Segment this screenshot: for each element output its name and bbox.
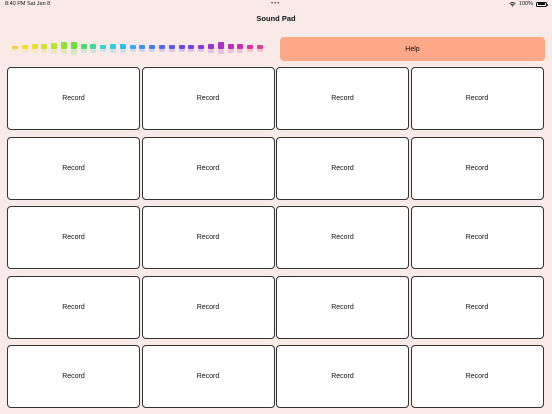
meter-bar bbox=[257, 37, 263, 52]
record-pad[interactable]: Record bbox=[410, 67, 544, 130]
record-pad-label: Record bbox=[331, 234, 354, 241]
record-pad-label: Record bbox=[196, 164, 220, 172]
record-pad-label: Record bbox=[196, 303, 220, 311]
record-pad-label: Record bbox=[196, 95, 220, 102]
meter-bar bbox=[90, 37, 97, 53]
meter-bar bbox=[100, 37, 107, 53]
meter-bar bbox=[41, 37, 48, 53]
record-pad-label: Record bbox=[62, 373, 85, 380]
record-pad-label: Record bbox=[62, 234, 85, 241]
meter-bar bbox=[61, 37, 67, 55]
record-pad-label: Record bbox=[196, 234, 220, 241]
page-title: Sound Pad bbox=[256, 14, 296, 23]
record-pad-label: Record bbox=[331, 303, 354, 311]
record-pad-label: Record bbox=[62, 95, 85, 102]
meter-bar bbox=[139, 37, 146, 53]
meter-bar bbox=[168, 37, 175, 52]
meter-bar bbox=[129, 37, 136, 53]
record-pad-label: Record bbox=[331, 164, 354, 172]
meter-bar bbox=[110, 37, 116, 53]
meter-bar bbox=[80, 37, 87, 54]
meter-bar bbox=[21, 37, 28, 53]
record-pad[interactable]: Record bbox=[410, 345, 544, 408]
meter-bar bbox=[208, 37, 214, 53]
record-pad[interactable]: Record bbox=[141, 345, 275, 408]
audio-level-meter bbox=[12, 37, 268, 61]
record-pad[interactable]: Record bbox=[276, 206, 409, 269]
battery-icon bbox=[536, 1, 548, 7]
status-indicators: 100% bbox=[509, 1, 548, 7]
meter-bar bbox=[227, 37, 234, 54]
help-button[interactable]: Help bbox=[280, 37, 545, 61]
meter-bar bbox=[51, 37, 58, 54]
status-date: Sat Jan 8 bbox=[27, 1, 51, 7]
record-pad[interactable]: Record bbox=[276, 136, 409, 200]
record-pad[interactable]: Record bbox=[410, 136, 544, 200]
multitasking-dots[interactable]: ••• bbox=[271, 1, 280, 7]
record-pad-label: Record bbox=[465, 164, 489, 172]
meter-bar bbox=[198, 37, 205, 53]
status-time: 8:40 PM bbox=[5, 1, 26, 7]
sound-pad-grid: Record Record Record Record Record Record Reco… bbox=[7, 67, 545, 408]
meter-bar bbox=[217, 37, 224, 55]
wifi-icon bbox=[509, 1, 516, 7]
record-pad-label: Record bbox=[331, 373, 354, 380]
battery-percent: 100% bbox=[518, 1, 533, 7]
meter-bar bbox=[247, 37, 254, 53]
record-pad-label: Record bbox=[62, 303, 85, 311]
meter-bar bbox=[149, 37, 156, 52]
record-pad[interactable]: Record bbox=[276, 275, 409, 339]
meter-bar bbox=[119, 37, 126, 54]
meter-bar bbox=[178, 37, 185, 52]
record-pad[interactable]: Record bbox=[410, 275, 544, 339]
record-pad[interactable]: Record bbox=[7, 345, 140, 408]
meter-bar bbox=[159, 37, 165, 52]
record-pad[interactable]: Record bbox=[7, 275, 140, 339]
status-bar: 8:40 PM Sat Jan 8 ••• 100% bbox=[0, 0, 552, 10]
record-pad-label: Record bbox=[331, 95, 354, 102]
record-pad-label: Record bbox=[196, 373, 220, 380]
meter-bar bbox=[70, 37, 77, 55]
record-pad[interactable]: Record bbox=[7, 136, 140, 200]
meter-bar bbox=[12, 37, 18, 52]
meter-bar bbox=[237, 37, 244, 53]
meter-bar bbox=[188, 37, 195, 53]
record-pad-label: Record bbox=[465, 373, 489, 380]
record-pad[interactable]: Record bbox=[410, 206, 544, 269]
record-pad-label: Record bbox=[465, 234, 489, 241]
record-pad[interactable]: Record bbox=[141, 275, 275, 339]
record-pad[interactable]: Record bbox=[141, 67, 275, 130]
record-pad[interactable]: Record bbox=[7, 206, 140, 269]
record-pad[interactable]: Record bbox=[141, 136, 275, 200]
meter-bar bbox=[31, 37, 38, 53]
record-pad[interactable]: Record bbox=[276, 67, 409, 130]
record-pad-label: Record bbox=[62, 164, 85, 172]
record-pad[interactable]: Record bbox=[276, 345, 409, 408]
record-pad-label: Record bbox=[465, 95, 489, 102]
record-pad[interactable]: Record bbox=[7, 67, 140, 130]
record-pad-label: Record bbox=[465, 303, 489, 311]
record-pad[interactable]: Record bbox=[141, 206, 275, 269]
